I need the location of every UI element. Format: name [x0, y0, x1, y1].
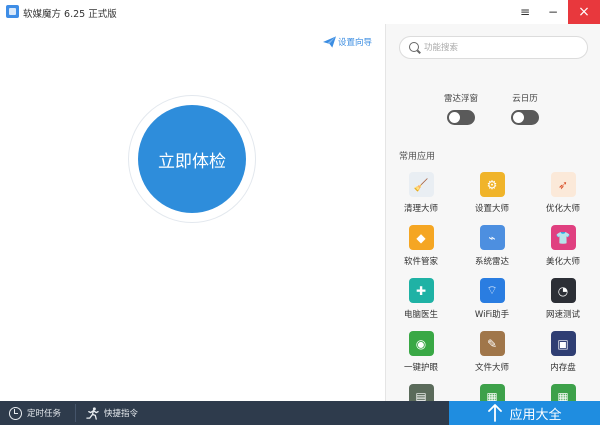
title-bar: 软媒魔方 6.25 正式版 ≡ − × [0, 0, 600, 24]
bottom-divider [75, 404, 76, 422]
cloud-calendar-toggle-block: 云日历 [495, 92, 555, 128]
menu-icon[interactable]: ≡ [510, 0, 540, 24]
app-tile-label: 设置大师 [474, 204, 509, 214]
app-tile[interactable]: ⚙ 设置大师 [457, 172, 527, 214]
up-arrow-icon [488, 404, 503, 422]
app-tile[interactable]: ◆ 软件管家 [386, 225, 456, 267]
radar-float-toggle-block: 雷达浮窗 [431, 92, 491, 128]
bottom-bar: 定时任务 快捷指令 应用大全 [0, 401, 600, 425]
wifi-icon: ⌔ [479, 278, 505, 303]
broom-icon: 🧹 [408, 172, 434, 197]
app-tile-label: 一键护眼 [403, 363, 438, 373]
gear-icon: ⚙ [479, 172, 505, 197]
close-button[interactable]: × [568, 0, 600, 24]
radar-float-toggle[interactable] [447, 110, 475, 125]
partial-app-icon-2: ▦ [479, 384, 505, 401]
eye-icon: ◉ [408, 331, 434, 356]
clock-icon [9, 406, 22, 420]
app-tile[interactable]: ▤ [386, 384, 456, 401]
memory-chip-icon: ▣ [550, 331, 576, 356]
app-tile[interactable]: ✎ 文件大师 [457, 331, 527, 373]
running-man-icon [86, 406, 99, 420]
app-tile[interactable]: ▣ 内存盘 [528, 331, 598, 373]
software-manager-icon: ◆ [408, 225, 434, 250]
rocket-icon: ➶ [550, 172, 576, 197]
timer-tasks-label: 定时任务 [27, 409, 62, 419]
quick-commands-label: 快捷指令 [104, 409, 139, 419]
app-tile-label: WiFi助手 [474, 310, 510, 320]
cloud-calendar-label: 云日历 [512, 94, 538, 104]
minimize-button[interactable]: − [538, 0, 568, 24]
all-apps-button[interactable]: 应用大全 [449, 401, 600, 425]
app-tile[interactable]: ▦ [528, 384, 598, 401]
app-tile-label: 软件管家 [403, 257, 438, 267]
partial-app-icon-1: ▤ [408, 384, 434, 401]
paper-plane-icon [322, 36, 336, 48]
search-icon [409, 42, 419, 52]
search-input[interactable] [424, 40, 574, 56]
app-tile[interactable]: ⌁ 系统雷达 [457, 225, 527, 267]
common-apps-heading: 常用应用 [399, 152, 436, 162]
window-title: 软媒魔方 6.25 正式版 [23, 9, 117, 20]
medical-kit-icon: ✚ [408, 278, 434, 303]
quick-commands-button[interactable]: 快捷指令 [86, 401, 138, 425]
setup-wizard-link[interactable]: 设置向导 [322, 36, 372, 48]
app-tile-label: 清理大师 [403, 204, 438, 214]
app-tile[interactable]: ➶ 优化大师 [528, 172, 598, 214]
scan-now-button[interactable]: 立即体检 [138, 105, 246, 213]
app-tile-label: 美化大师 [545, 257, 580, 267]
cloud-calendar-toggle[interactable] [511, 110, 539, 125]
app-tile[interactable]: 🧹 清理大师 [386, 172, 456, 214]
radar-float-label: 雷达浮窗 [443, 94, 478, 104]
setup-wizard-label: 设置向导 [337, 38, 372, 48]
app-tile-label: 优化大师 [545, 204, 580, 214]
app-tile[interactable]: 👕 美化大师 [528, 225, 598, 267]
tshirt-icon: 👕 [550, 225, 576, 250]
main-pane: 设置向导 立即体检 [0, 24, 385, 401]
sidebar: 雷达浮窗 云日历 常用应用 🧹 清理大师 ⚙ 设置大师 ➶ 优化大师 ◆ 软件管家 ⌁ 系统雷达 👕… [385, 24, 600, 401]
app-tile-label: 网速测试 [545, 310, 580, 320]
app-logo-icon [6, 5, 19, 18]
all-apps-label: 应用大全 [509, 407, 562, 423]
app-tile[interactable]: ⌔ WiFi助手 [457, 278, 527, 320]
app-tile-label: 电脑医生 [403, 310, 438, 320]
speedometer-icon: ◔ [550, 278, 576, 303]
app-tile-label: 内存盘 [550, 363, 576, 373]
satellite-dish-icon: ⌁ [479, 225, 505, 250]
search-box[interactable] [399, 36, 588, 59]
file-tools-icon: ✎ [479, 331, 505, 356]
app-tile[interactable]: ◉ 一键护眼 [386, 331, 456, 373]
partial-app-icon-3: ▦ [550, 384, 576, 401]
app-tile[interactable]: ✚ 电脑医生 [386, 278, 456, 320]
timer-tasks-button[interactable]: 定时任务 [9, 401, 61, 425]
app-tile-label: 系统雷达 [474, 257, 509, 267]
app-tile[interactable]: ◔ 网速测试 [528, 278, 598, 320]
app-tile[interactable]: ▦ [457, 384, 527, 401]
app-tile-label: 文件大师 [474, 363, 509, 373]
